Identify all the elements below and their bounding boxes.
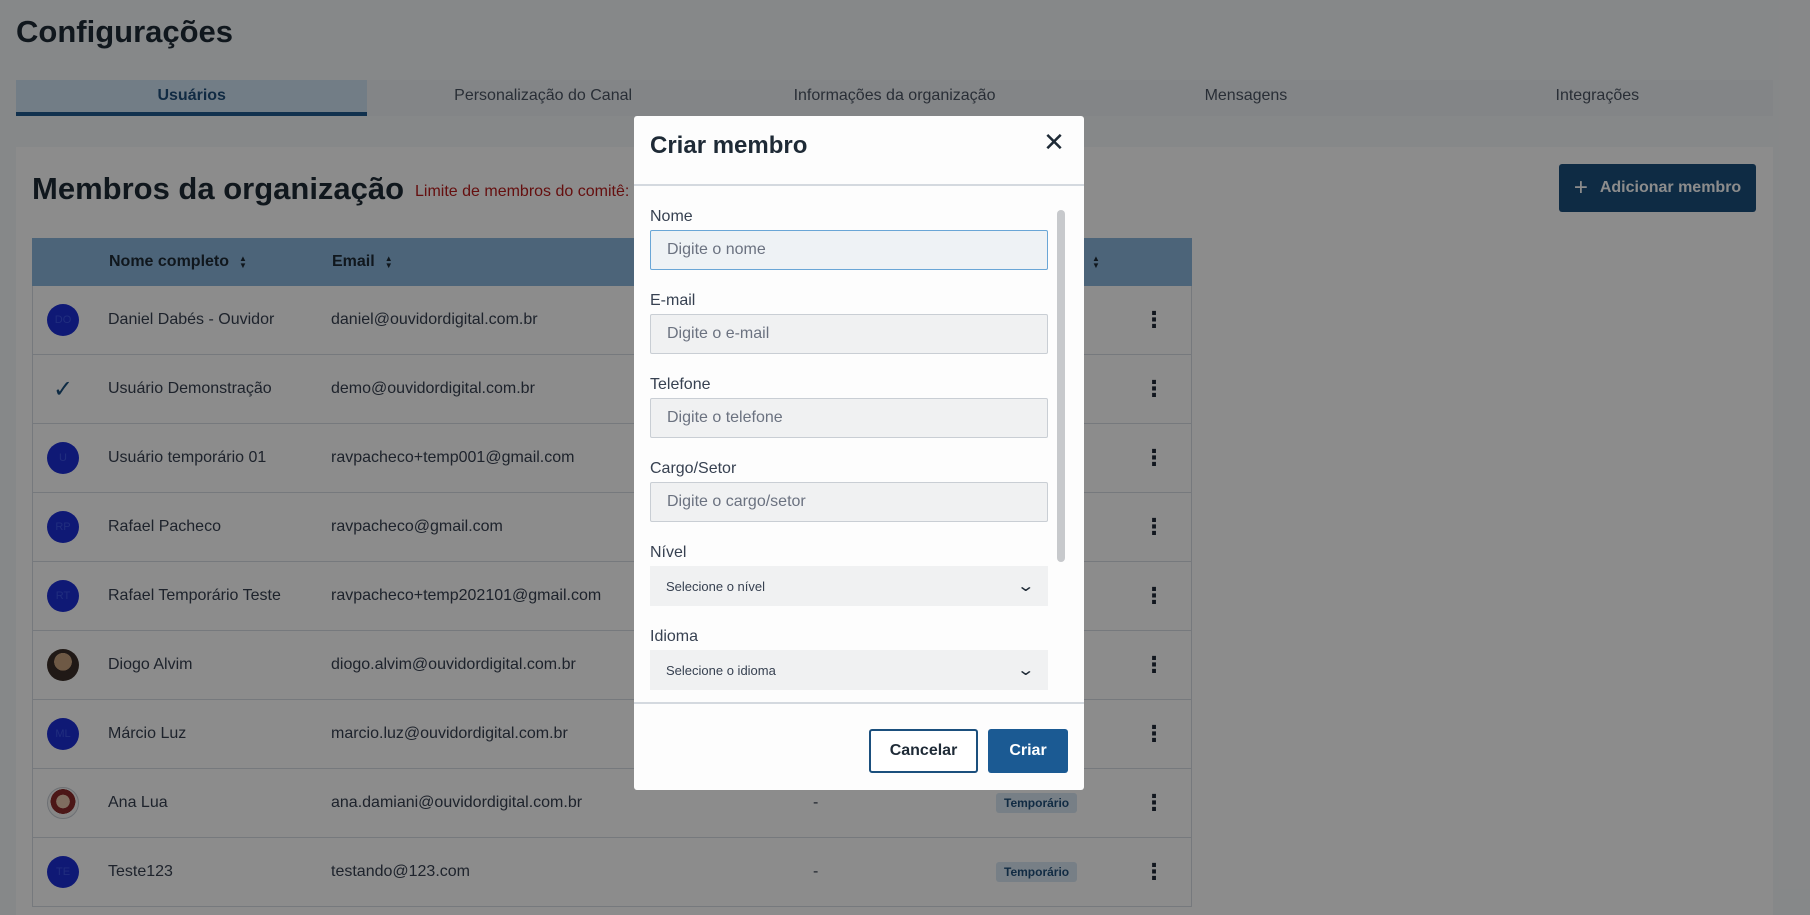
name-field-group: Nome — [650, 208, 1048, 270]
role-field-group: Cargo/Setor — [650, 460, 1048, 522]
language-select[interactable]: Selecione o idioma ⌄ — [650, 650, 1048, 690]
modal-footer: Cancelar Criar — [634, 702, 1084, 790]
create-button[interactable]: Criar — [988, 729, 1068, 773]
modal-title: Criar membro — [650, 132, 808, 159]
modal-body: Nome E-mail Telefone Cargo/Setor Nível S… — [634, 188, 1084, 702]
phone-field-group: Telefone — [650, 376, 1048, 438]
language-field-group: Idioma Selecione o idioma ⌄ — [650, 628, 1048, 690]
close-icon[interactable]: ✕ — [1042, 129, 1066, 155]
create-member-modal: Criar membro ✕ Nome E-mail Telefone Carg… — [634, 116, 1084, 790]
modal-scrollbar[interactable] — [1057, 210, 1065, 562]
phone-label: Telefone — [650, 376, 711, 393]
email-label: E-mail — [650, 292, 696, 309]
chevron-down-icon: ⌄ — [1015, 662, 1035, 679]
name-label: Nome — [650, 208, 693, 225]
name-input[interactable] — [650, 230, 1048, 270]
level-label: Nível — [650, 544, 687, 561]
modal-header: Criar membro ✕ — [634, 116, 1084, 186]
language-select-value: Selecione o idioma — [666, 662, 776, 678]
level-field-group: Nível Selecione o nível ⌄ — [650, 544, 1048, 606]
language-label: Idioma — [650, 628, 699, 645]
role-label: Cargo/Setor — [650, 460, 737, 477]
cancel-button[interactable]: Cancelar — [869, 729, 978, 773]
chevron-down-icon: ⌄ — [1015, 578, 1035, 595]
phone-input[interactable] — [650, 398, 1048, 438]
level-select[interactable]: Selecione o nível ⌄ — [650, 566, 1048, 606]
email-input[interactable] — [650, 314, 1048, 354]
email-field-group: E-mail — [650, 292, 1048, 354]
role-input[interactable] — [650, 482, 1048, 522]
level-select-value: Selecione o nível — [666, 578, 766, 594]
